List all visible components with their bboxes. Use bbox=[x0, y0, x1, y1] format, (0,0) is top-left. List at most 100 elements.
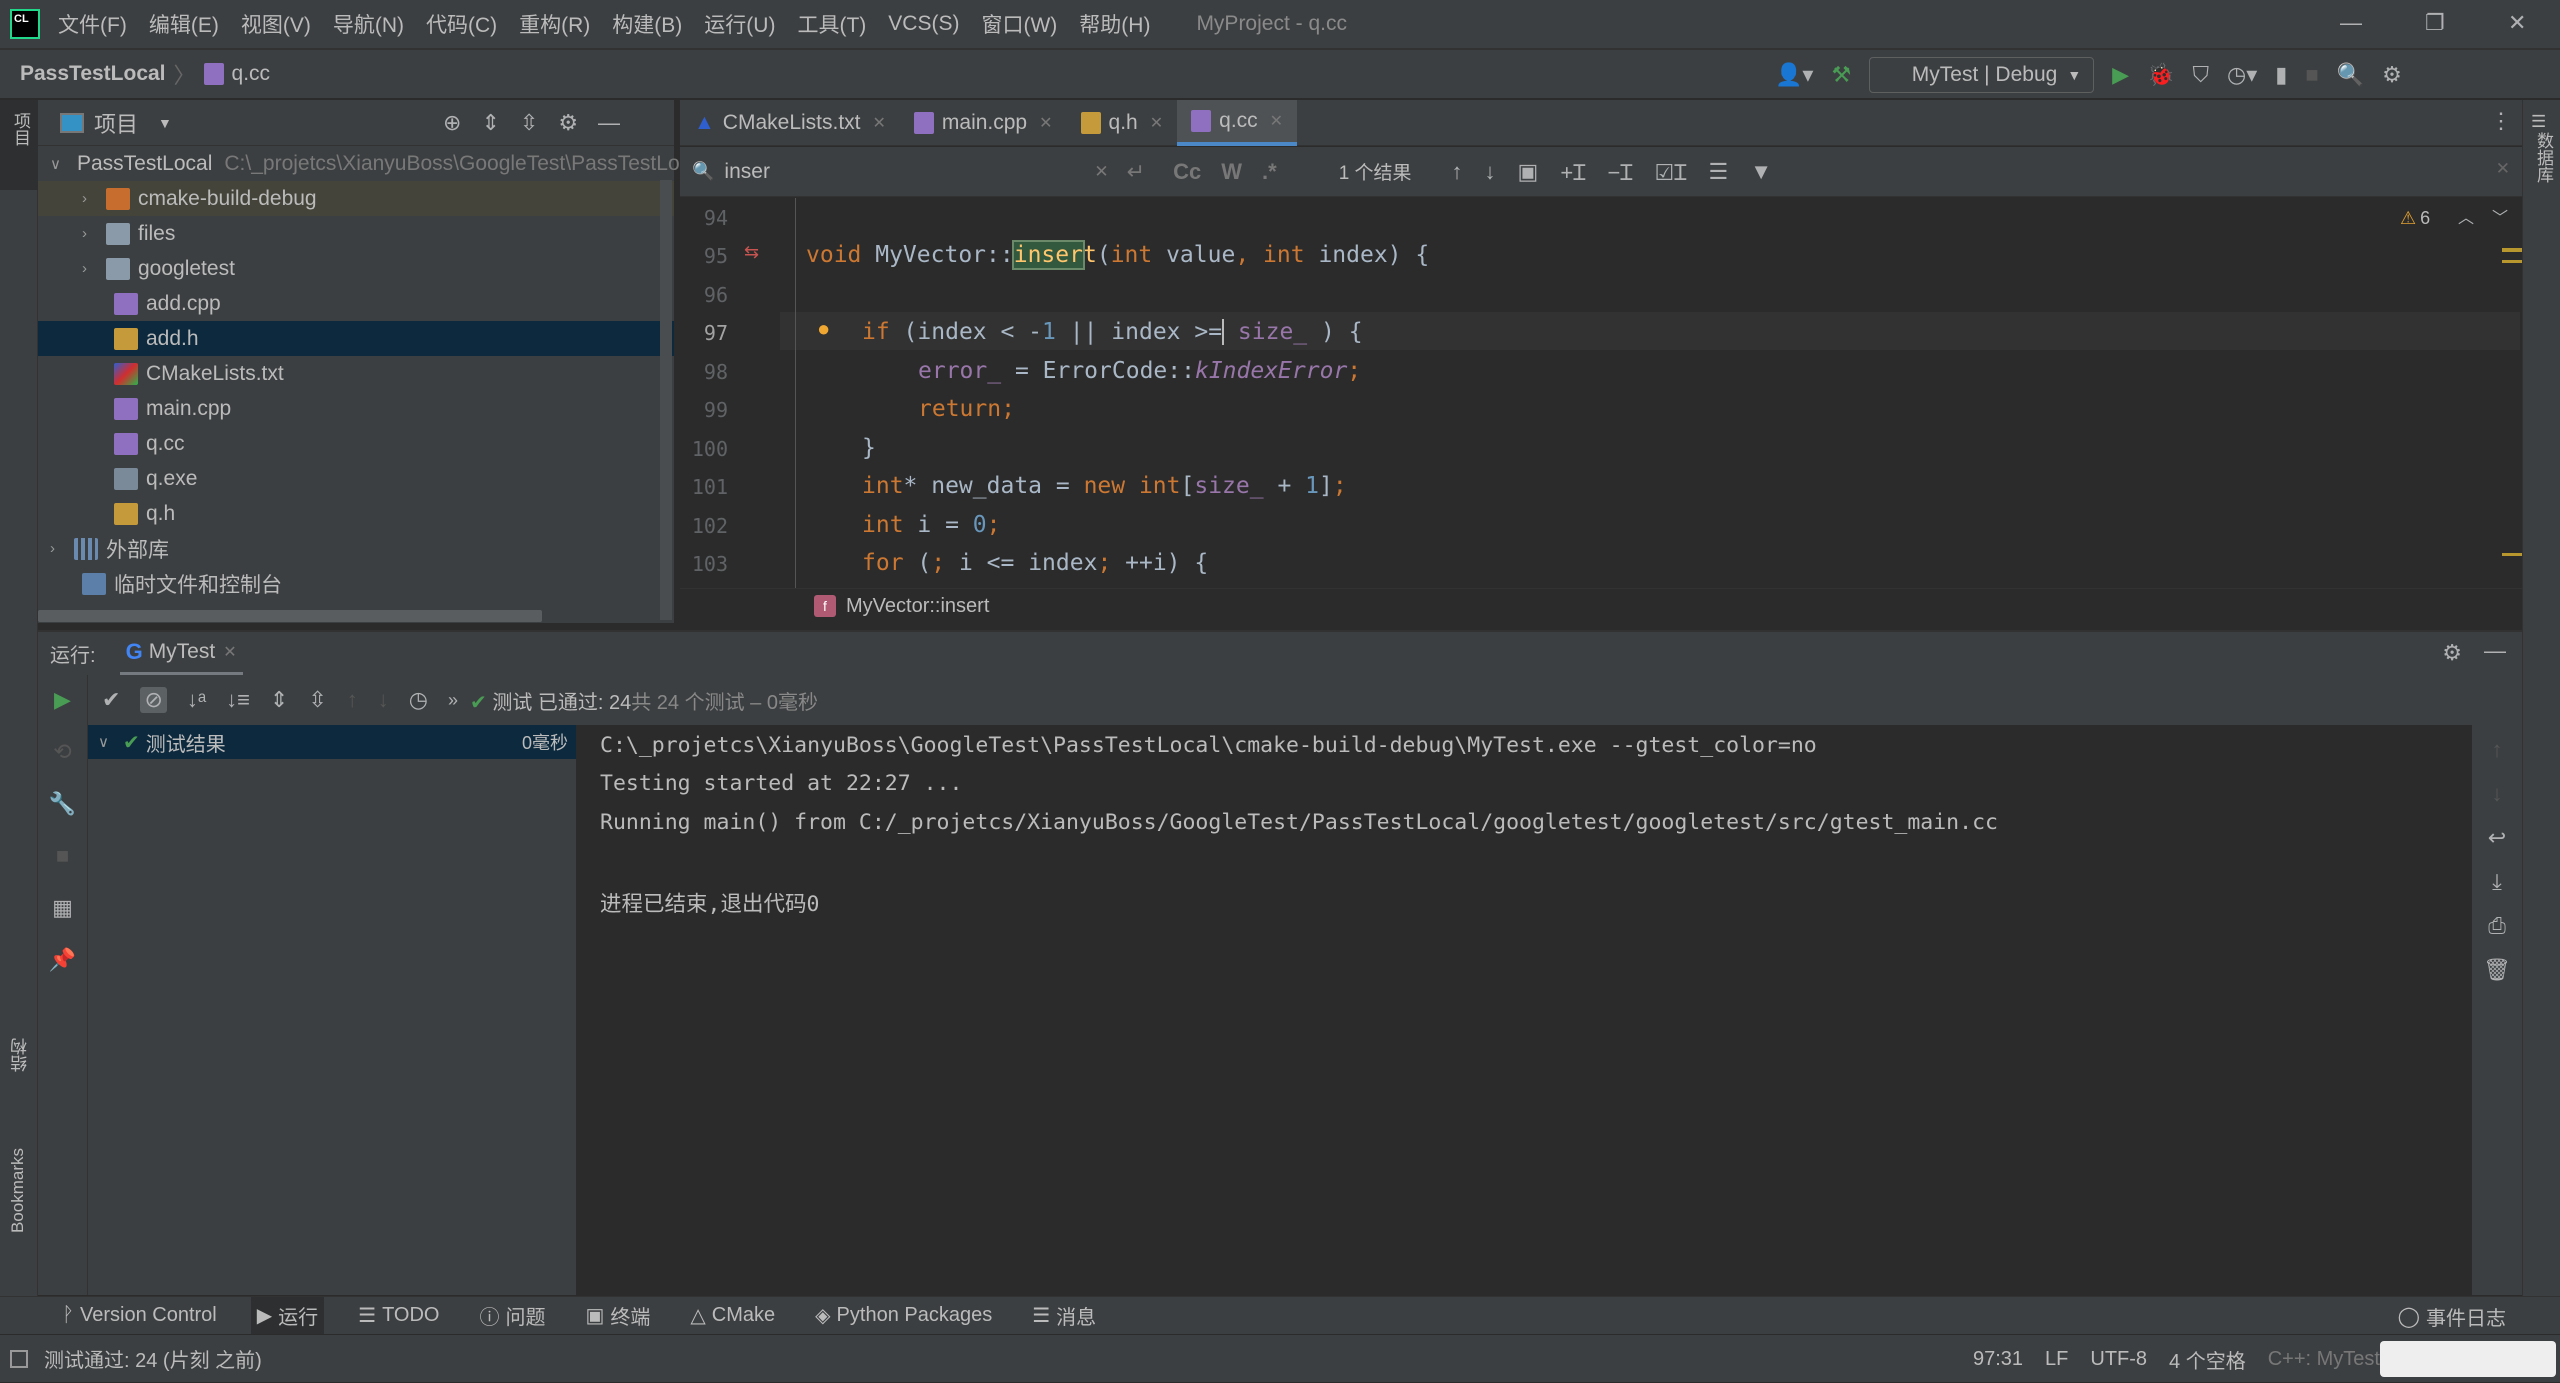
tool-cmake[interactable]: △ CMake bbox=[684, 1297, 781, 1335]
run-config-select[interactable]: MyTest | Debug ▼ bbox=[1869, 57, 2095, 93]
scroll-to-end-icon[interactable]: ⤓ bbox=[2492, 869, 2502, 895]
chevron-right-icon[interactable]: › bbox=[50, 540, 66, 557]
file-encoding[interactable]: UTF-8 bbox=[2090, 1348, 2147, 1371]
settings-gear-icon[interactable]: ⚙ bbox=[2382, 62, 2402, 88]
tree-item-cmakelists[interactable]: CMakeLists.txt bbox=[38, 356, 674, 391]
sort-alpha-icon[interactable]: ↓ᵃ bbox=[187, 687, 206, 713]
more-icon[interactable]: » bbox=[448, 690, 458, 711]
coverage-icon[interactable]: ⛉ bbox=[2193, 62, 2210, 88]
regex-toggle[interactable]: .* bbox=[1262, 159, 1277, 185]
breadcrumb-file[interactable]: q.cc bbox=[232, 62, 271, 86]
stop-icon[interactable]: ■ bbox=[56, 843, 69, 869]
tree-item-scratches[interactable]: 临时文件和控制台 bbox=[38, 566, 674, 601]
horizontal-scrollbar[interactable] bbox=[38, 610, 542, 622]
test-tree-root[interactable]: ∨ ✔ 测试结果 0毫秒 bbox=[88, 725, 576, 759]
tree-item-q-h[interactable]: q.h bbox=[38, 496, 674, 531]
close-tab-icon[interactable]: ✕ bbox=[873, 113, 886, 133]
tree-item-add-cpp[interactable]: add.cpp bbox=[38, 286, 674, 321]
breadcrumb-function[interactable]: MyVector::insert bbox=[846, 595, 989, 618]
run-icon[interactable]: ▶ bbox=[2112, 62, 2129, 88]
tab-cmakelists[interactable]: ▲ CMakeLists.txt ✕ bbox=[680, 100, 900, 146]
menu-build[interactable]: 构建(B) bbox=[612, 9, 682, 39]
tool-todo[interactable]: ☰ TODO bbox=[352, 1297, 445, 1335]
status-toggle-icon[interactable] bbox=[10, 1349, 28, 1368]
breadcrumb-project[interactable]: PassTestLocal bbox=[20, 62, 166, 86]
chevron-right-icon[interactable]: › bbox=[82, 260, 98, 277]
close-tab-icon[interactable]: ✕ bbox=[1270, 111, 1283, 131]
clear-icon[interactable]: ✕ bbox=[1094, 162, 1108, 182]
tree-item-add-h[interactable]: add.h bbox=[38, 321, 674, 356]
stripe-bookmarks[interactable]: Bookmarks bbox=[0, 1140, 36, 1241]
print-icon[interactable]: ⎙ bbox=[2488, 913, 2506, 939]
run-tab-mytest[interactable]: G MyTest ✕ bbox=[119, 631, 243, 676]
tree-item-root[interactable]: ∨ PassTestLocal C:\_projetcs\XianyuBoss\… bbox=[38, 146, 706, 181]
chevron-down-icon[interactable]: ∨ bbox=[50, 155, 61, 173]
project-panel-title[interactable]: 项目 bbox=[94, 107, 138, 139]
resolve-context[interactable]: C++: MyTest bbox=[2268, 1348, 2380, 1371]
close-find-icon[interactable]: ✕ bbox=[2496, 159, 2510, 179]
remove-occurrence-icon[interactable]: −Ɪ bbox=[1607, 157, 1632, 187]
whole-word-toggle[interactable]: W bbox=[1221, 159, 1242, 185]
select-all-icon[interactable]: ▣ bbox=[1518, 159, 1539, 185]
tree-item-q-exe[interactable]: q.exe bbox=[38, 461, 674, 496]
tool-messages[interactable]: ☰ 消息 bbox=[1026, 1297, 1102, 1335]
locate-icon[interactable]: ⊕ bbox=[443, 110, 461, 136]
settings-gear-icon[interactable]: ⚙ bbox=[2442, 640, 2462, 666]
menu-refactor[interactable]: 重构(R) bbox=[519, 9, 590, 39]
close-tab-icon[interactable]: ✕ bbox=[1150, 113, 1163, 133]
minimize-icon[interactable]: — bbox=[2340, 10, 2362, 36]
hide-panel-icon[interactable]: — bbox=[2484, 638, 2506, 664]
restore-icon[interactable]: ❐ bbox=[2425, 10, 2445, 36]
menu-view[interactable]: 视图(V) bbox=[241, 9, 311, 39]
tree-item-main-cpp[interactable]: main.cpp bbox=[38, 391, 674, 426]
vertical-scrollbar[interactable] bbox=[660, 180, 672, 620]
prev-failed-icon[interactable]: ↑ bbox=[347, 687, 358, 713]
chevron-right-icon[interactable]: › bbox=[82, 225, 98, 242]
add-occurrence-icon[interactable]: +Ɪ bbox=[1560, 157, 1585, 187]
tree-item-cmake-build-debug[interactable]: › cmake-build-debug bbox=[38, 181, 674, 216]
menu-run[interactable]: 运行(U) bbox=[704, 9, 775, 39]
context-icon[interactable]: ☰ bbox=[1709, 159, 1729, 185]
collapse-all-icon[interactable]: ⇳ bbox=[308, 687, 326, 713]
gear-icon[interactable]: ⚙ bbox=[558, 110, 578, 136]
arrow-up-icon[interactable]: ↑ bbox=[2492, 737, 2503, 763]
tool-event-log[interactable]: ◯ 事件日志 bbox=[2392, 1297, 2512, 1335]
close-icon[interactable]: ✕ bbox=[2508, 10, 2526, 36]
caret-position[interactable]: 97:31 bbox=[1973, 1348, 2023, 1371]
next-highlight-icon[interactable]: ﹀ bbox=[2492, 204, 2508, 228]
menu-vcs[interactable]: VCS(S) bbox=[888, 12, 959, 36]
expand-all-icon[interactable]: ⇕ bbox=[481, 110, 499, 136]
stop-icon[interactable]: ■ bbox=[2305, 62, 2318, 88]
code-editor[interactable]: 94 95 96 97 98 99 100 101 102 103 ⇆ ● ⚠ 6… bbox=[680, 198, 2522, 606]
tree-item-files[interactable]: › files bbox=[38, 216, 674, 251]
attach-icon[interactable]: ▮ bbox=[2275, 62, 2287, 88]
close-tab-icon[interactable]: ✕ bbox=[1039, 113, 1052, 133]
menu-tools[interactable]: 工具(T) bbox=[797, 9, 866, 39]
line-separator[interactable]: LF bbox=[2045, 1348, 2068, 1371]
tab-q-h[interactable]: q.h ✕ bbox=[1067, 100, 1178, 146]
tree-item-googletest[interactable]: › googletest bbox=[38, 251, 674, 286]
sort-duration-icon[interactable]: ↓≡ bbox=[226, 687, 250, 713]
close-tab-icon[interactable]: ✕ bbox=[223, 642, 236, 662]
more-options-icon[interactable]: ⋮ bbox=[2490, 108, 2512, 134]
chevron-right-icon[interactable]: › bbox=[82, 190, 98, 207]
search-input[interactable] bbox=[724, 159, 1095, 184]
tool-problems[interactable]: ⓘ 问题 bbox=[474, 1297, 552, 1335]
soft-wrap-icon[interactable]: ↩ bbox=[2488, 825, 2506, 851]
console-output[interactable]: C:\_projetcs\XianyuBoss\GoogleTest\PassT… bbox=[576, 725, 2472, 1295]
menu-navigate[interactable]: 导航(N) bbox=[333, 9, 404, 39]
show-passed-icon[interactable]: ✔ bbox=[102, 687, 120, 713]
match-case-toggle[interactable]: Cc bbox=[1173, 159, 1201, 185]
indent-setting[interactable]: 4 个空格 bbox=[2169, 1345, 2246, 1374]
menu-code[interactable]: 代码(C) bbox=[426, 9, 497, 39]
trash-icon[interactable]: 🗑 bbox=[2483, 957, 2511, 983]
pin-icon[interactable]: 📌 bbox=[49, 947, 76, 973]
menu-window[interactable]: 窗口(W) bbox=[981, 9, 1057, 39]
filter-icon[interactable]: ▼ bbox=[1750, 159, 1772, 185]
menu-help[interactable]: 帮助(H) bbox=[1079, 9, 1150, 39]
stripe-database[interactable]: ☰ 数据库 bbox=[2523, 100, 2560, 195]
rerun-icon[interactable]: ▶ bbox=[54, 687, 71, 713]
show-ignored-icon[interactable]: ⊘ bbox=[140, 687, 167, 713]
multiline-icon[interactable]: ↵ bbox=[1127, 159, 1145, 185]
warning-icon[interactable]: ⚠ 6 bbox=[2400, 208, 2430, 229]
